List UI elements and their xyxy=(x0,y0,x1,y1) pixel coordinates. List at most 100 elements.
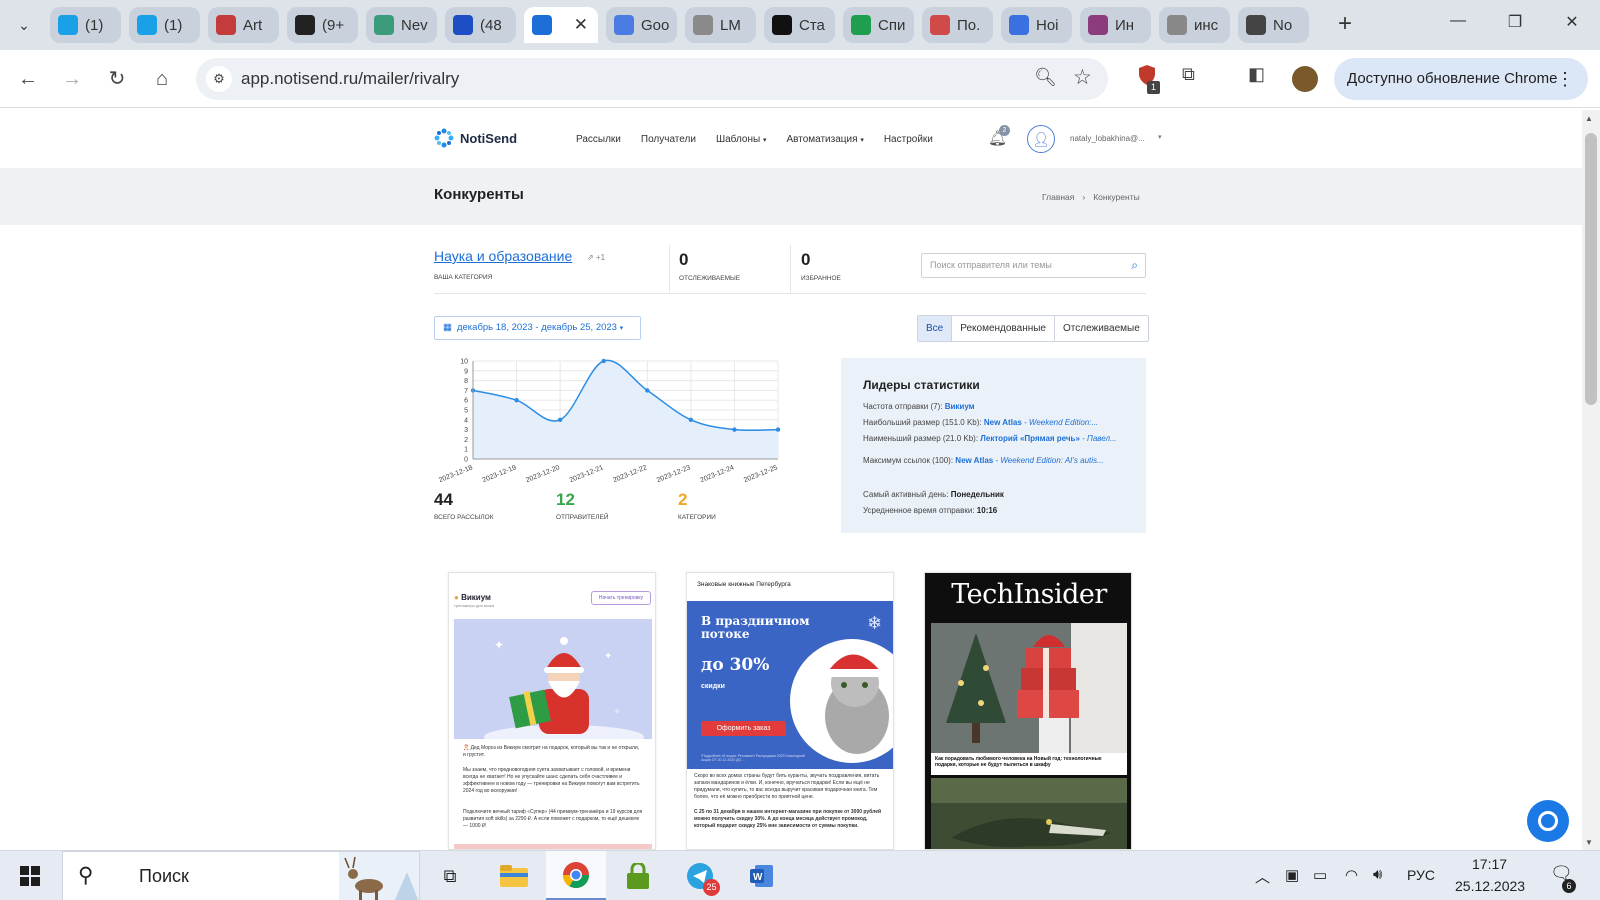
scroll-down-icon[interactable]: ▼ xyxy=(1585,838,1593,847)
search-input[interactable] xyxy=(930,260,1115,270)
notisend-logo-icon xyxy=(434,128,454,148)
windows-taskbar: ⚲ Поиск ⧉ 25 W ︿ ▣ ▭ ◠ 🔊︎ РУС 17:17 25.1… xyxy=(0,850,1600,900)
browser-tab[interactable]: Ста xyxy=(764,7,835,43)
tab-search-icon[interactable]: ⌄ xyxy=(12,13,36,37)
browser-tab[interactable]: инс xyxy=(1159,7,1230,43)
new-tab-button[interactable]: + xyxy=(1330,10,1360,40)
nav-settings[interactable]: Настройки xyxy=(884,134,933,145)
windows-start-icon[interactable] xyxy=(20,866,40,886)
nav-automation[interactable]: Автоматизация ▾ xyxy=(786,134,863,145)
bookmark-star-icon[interactable]: ☆ xyxy=(1073,65,1092,90)
email-card-techinsider[interactable]: TechInsider Как порадовать любимого чело… xyxy=(924,572,1132,850)
forward-icon[interactable]: → xyxy=(58,65,86,93)
browser-tab[interactable]: Nev xyxy=(366,7,437,43)
home-icon[interactable]: ⌂ xyxy=(148,65,176,93)
profile-avatar[interactable] xyxy=(1292,66,1318,92)
nav-recipients[interactable]: Получатели xyxy=(641,134,696,145)
santa-illustration: ✦ ✦ ✧ xyxy=(454,619,652,739)
taskbar-search[interactable]: ⚲ Поиск xyxy=(62,851,420,900)
extensions-puzzle-icon[interactable]: ⧉ xyxy=(1182,64,1195,85)
clock-date[interactable]: 25.12.2023 xyxy=(1455,878,1525,894)
filter-tracked[interactable]: Отслеживаемые xyxy=(1054,316,1148,341)
close-tab-icon[interactable]: ✕ xyxy=(574,15,588,35)
browser-tab[interactable]: Goo xyxy=(606,7,677,43)
notion-icon xyxy=(295,15,315,35)
restore-icon[interactable]: ❐ xyxy=(1500,12,1530,32)
category-extra[interactable]: ⇗ +1 xyxy=(587,253,605,262)
browser-tab[interactable]: (1) xyxy=(50,7,121,43)
zoom-icon[interactable]: 🔍︎ xyxy=(1034,67,1057,88)
email-card-bookstore[interactable]: Знаковые книжные Петербурга ❄ В празднич… xyxy=(686,572,894,850)
leader-max-size-subject[interactable]: - Weekend Edition:... xyxy=(1022,418,1098,427)
chrome-taskbar-icon[interactable] xyxy=(546,851,606,900)
scroll-up-icon[interactable]: ▲ xyxy=(1585,114,1593,123)
leader-min-size-sender[interactable]: Лекторий «Прямая речь» xyxy=(980,434,1080,443)
reload-icon[interactable]: ↻ xyxy=(103,65,131,93)
user-avatar-icon[interactable]: 👤︎ xyxy=(1027,125,1055,153)
browser-tab[interactable]: No xyxy=(1238,7,1309,43)
tray-app-icon[interactable]: ▣ xyxy=(1285,866,1299,884)
browser-tab[interactable]: (48 xyxy=(445,7,516,43)
back-icon[interactable]: ← xyxy=(14,65,42,93)
input-language[interactable]: РУС xyxy=(1407,867,1435,883)
nav-mailings[interactable]: Рассылки xyxy=(576,134,621,145)
clock-time[interactable]: 17:17 xyxy=(1472,856,1507,872)
filter-all[interactable]: Все xyxy=(918,316,952,341)
chart-y-tick-label: 1 xyxy=(464,447,468,454)
date-range-picker[interactable]: ▦ декабрь 18, 2023 - декабрь 25, 2023 ▾ xyxy=(434,316,641,340)
nav-templates[interactable]: Шаблоны ▾ xyxy=(716,134,767,145)
telegram-icon[interactable]: 25 xyxy=(670,851,730,900)
email-card-vikium[interactable]: ● Викиум тренажеры для мозга Начать трен… xyxy=(448,572,656,850)
chat-widget-button[interactable] xyxy=(1527,800,1569,842)
leader-frequency-value[interactable]: Викиум xyxy=(945,402,975,411)
category-link[interactable]: Наука и образование xyxy=(434,248,572,264)
more-menu-icon[interactable]: ⋮ xyxy=(1556,58,1574,100)
browser-tab[interactable]: (9+ xyxy=(287,7,358,43)
chevron-down-icon[interactable]: ▾ xyxy=(1158,133,1162,141)
side-panel-icon[interactable]: ◧ xyxy=(1248,64,1265,85)
volume-icon[interactable]: 🔊︎ xyxy=(1373,866,1382,883)
bookstore-header: Знаковые книжные Петербурга xyxy=(697,581,791,588)
site-info-icon[interactable]: ⚙ xyxy=(206,66,232,92)
word-icon[interactable]: W xyxy=(732,851,792,900)
leader-min-size-subject[interactable]: - Павел... xyxy=(1080,434,1117,443)
filter-recommended[interactable]: Рекомендованные xyxy=(951,316,1054,341)
browser-tab[interactable]: Art xyxy=(208,7,279,43)
notisend-logo[interactable]: NotiSend xyxy=(434,128,517,148)
browser-tab[interactable]: LM xyxy=(685,7,756,43)
user-name[interactable]: nataly_lobakhina@... xyxy=(1070,134,1145,143)
browser-tab[interactable]: Ин xyxy=(1080,7,1151,43)
wifi-icon[interactable]: ◠ xyxy=(1345,866,1358,884)
category-label: ВАША КАТЕГОРИЯ xyxy=(434,274,493,281)
leader-max-size-sender[interactable]: New Atlas xyxy=(984,418,1022,427)
leader-max-links-subject[interactable]: - Weekend Edition: AI's autis... xyxy=(993,456,1103,465)
store-lock-icon[interactable] xyxy=(608,851,668,900)
browser-tab[interactable]: По. xyxy=(922,7,993,43)
browser-tab[interactable]: Спи xyxy=(843,7,914,43)
scrollbar-thumb[interactable] xyxy=(1585,133,1597,405)
browser-tab-label: (48 xyxy=(480,16,502,34)
browser-tab[interactable]: ✕ xyxy=(524,7,598,43)
url-text[interactable]: app.notisend.ru/mailer/rivalry xyxy=(241,69,459,89)
breadcrumb-home[interactable]: Главная xyxy=(1042,192,1074,202)
breadcrumb: Главная › Конкуренты xyxy=(1042,192,1140,202)
total-label: ВСЕГО РАССЫЛОК xyxy=(434,514,494,521)
battery-icon[interactable]: ▭ xyxy=(1313,866,1327,884)
close-window-icon[interactable]: ✕ xyxy=(1557,12,1587,32)
bookstore-discount: до 30% xyxy=(701,655,770,675)
tray-chevron-up-icon[interactable]: ︿ xyxy=(1255,866,1270,887)
browser-tab-label: Art xyxy=(243,16,263,34)
leader-max-links-sender[interactable]: New Atlas xyxy=(955,456,993,465)
total-label: ОТПРАВИТЕЛЕЙ xyxy=(556,514,609,521)
file-explorer-icon[interactable] xyxy=(484,851,544,900)
browser-tab[interactable]: (1) xyxy=(129,7,200,43)
leader-min-size-label: Наименьший размер (21.0 Kb): xyxy=(863,434,981,443)
chrome-update-button[interactable]: Доступно обновление Chrome ⋮ xyxy=(1334,58,1588,100)
search-icon[interactable]: ⌕ xyxy=(1131,258,1138,273)
minimize-icon[interactable]: — xyxy=(1443,12,1473,30)
chevron-down-icon: ▾ xyxy=(762,137,767,144)
task-view-icon[interactable]: ⧉ xyxy=(420,851,480,900)
browser-tab[interactable]: Ноі xyxy=(1001,7,1072,43)
nav-templates-label: Шаблоны xyxy=(715,134,761,145)
address-bar[interactable]: ⚙ app.notisend.ru/mailer/rivalry 🔍︎ ☆ xyxy=(196,58,1108,100)
